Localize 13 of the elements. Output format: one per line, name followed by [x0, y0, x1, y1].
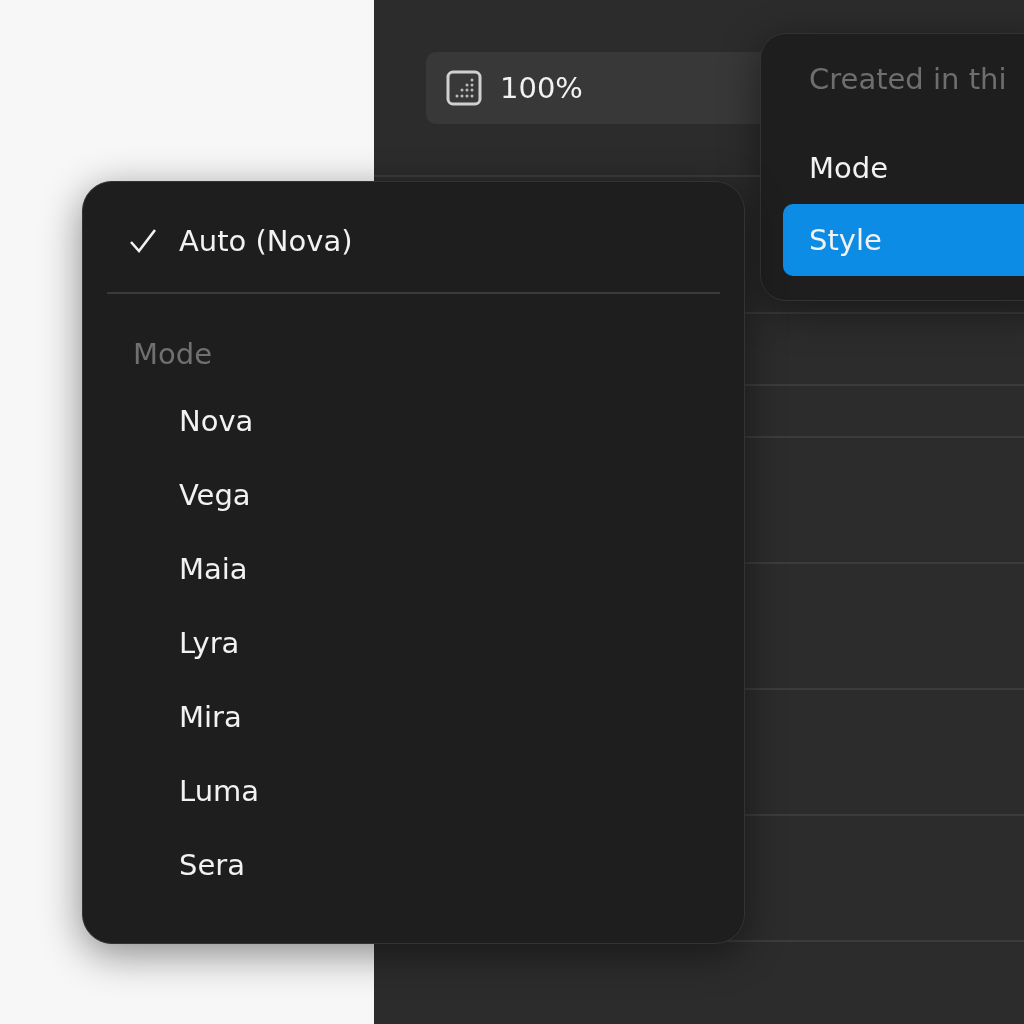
menu-header: Created in thi	[808, 62, 1008, 98]
menu-option[interactable]: Maia	[107, 532, 720, 606]
menu-option[interactable]: Mira	[107, 680, 720, 754]
menu-item[interactable]: Mode	[783, 132, 1024, 204]
menu-option[interactable]: Auto (Nova)	[107, 204, 720, 278]
section-label: Mode	[132, 336, 213, 373]
menu-option[interactable]: Luma	[107, 754, 720, 828]
check-icon	[129, 228, 157, 254]
menu-option[interactable]: Sera	[107, 828, 720, 902]
menu-option[interactable]: Vega	[107, 458, 720, 532]
menu-option[interactable]: Nova	[107, 384, 720, 458]
menu-option[interactable]: Lyra	[107, 606, 720, 680]
zoom-icon	[446, 70, 482, 106]
